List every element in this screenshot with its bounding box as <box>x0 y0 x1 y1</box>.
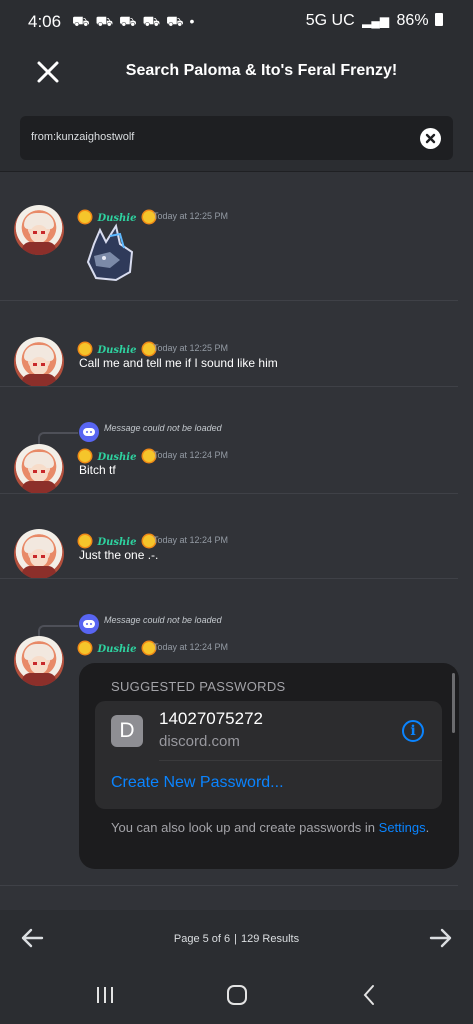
search-input-value[interactable]: from:kunzaighostwolf <box>31 131 134 143</box>
search-area: from:kunzaighostwolf <box>0 102 473 172</box>
create-new-password-button[interactable]: Create New Password... <box>111 774 284 792</box>
reply-connector <box>38 432 78 444</box>
suggested-passwords-heading: SUGGESTED PASSWORDS <box>111 679 286 694</box>
username[interactable]: Dushie <box>97 345 136 356</box>
suggested-passwords-popover: SUGGESTED PASSWORDS D 14027075272 discor… <box>79 663 459 869</box>
timestamp: Today at 12:24 PM <box>153 535 229 545</box>
close-icon <box>37 61 59 83</box>
message-text: Bitch tf <box>79 463 116 477</box>
sun-emoji-icon <box>79 343 91 355</box>
clear-icon <box>425 133 436 144</box>
arrow-right-icon <box>429 928 452 948</box>
page-indicator: Page 5 of 6 | 129 Results <box>0 933 473 945</box>
discord-logo-icon <box>79 422 99 442</box>
avatar[interactable] <box>14 529 64 579</box>
avatar[interactable] <box>14 636 64 686</box>
close-button[interactable] <box>30 54 66 90</box>
result-divider <box>0 493 458 494</box>
avatar[interactable] <box>14 337 64 387</box>
avatar[interactable] <box>14 444 64 494</box>
username[interactable]: Dushie <box>97 452 136 463</box>
battery-label: 86% <box>396 12 429 29</box>
sun-emoji-icon <box>79 642 91 654</box>
page-title: Search Paloma & Ito's Feral Frenzy! <box>125 62 398 79</box>
status-time: 4:06 <box>28 12 62 31</box>
next-page-button[interactable] <box>429 927 453 949</box>
reply-connector <box>38 625 78 637</box>
reply-preview[interactable]: Message could not be loaded <box>104 423 222 433</box>
status-right: 5G UC ▂▄▆ 86% <box>306 12 443 30</box>
author-row[interactable]: Dushie <box>79 208 155 224</box>
network-label: 5G UC <box>305 12 355 29</box>
username[interactable]: Dushie <box>97 644 136 655</box>
saved-credential-value[interactable]: 14027075272 <box>159 709 263 729</box>
back-button[interactable] <box>355 980 385 1010</box>
sun-emoji-icon <box>79 450 91 462</box>
discord-logo-icon <box>79 614 99 634</box>
system-navigation-bar <box>0 966 473 1024</box>
clear-search-button[interactable] <box>420 128 441 149</box>
author-row[interactable]: Dushie <box>79 532 155 548</box>
avatar[interactable] <box>14 205 64 255</box>
back-icon <box>363 985 374 1005</box>
username[interactable]: Dushie <box>97 537 136 548</box>
wolf-sticker-image[interactable] <box>80 222 138 282</box>
info-icon[interactable]: i <box>402 720 424 742</box>
card-divider <box>159 760 442 761</box>
results-pager: Page 5 of 6 | 129 Results <box>0 910 473 966</box>
message-text: Just the one .-. <box>79 548 159 562</box>
timestamp: Today at 12:25 PM <box>153 211 229 221</box>
recent-apps-button[interactable] <box>90 980 120 1010</box>
battery-icon <box>435 13 443 26</box>
reply-preview[interactable]: Message could not be loaded <box>104 615 222 625</box>
author-row[interactable]: Dushie <box>79 340 155 356</box>
message-text: Call me and tell me if I sound like him <box>79 356 278 370</box>
saved-credential-card: D 14027075272 discord.com i Create New P… <box>95 701 442 809</box>
search-input[interactable]: from:kunzaighostwolf <box>20 116 453 160</box>
timestamp: Today at 12:24 PM <box>153 642 229 652</box>
recent-apps-icon <box>97 987 113 1003</box>
footer-end: . <box>425 820 430 835</box>
page-number: Page 5 of 6 <box>173 933 231 945</box>
author-row[interactable]: Dushie <box>79 639 155 655</box>
popover-scrollbar[interactable] <box>452 673 455 733</box>
search-header: Search Paloma & Ito's Feral Frenzy! <box>0 42 473 102</box>
status-bar: 4:06 ⛟ ⛟ ⛟ ⛟ ⛟ • 5G UC ▂▄▆ 86% <box>0 0 473 42</box>
signal-icon: ▂▄▆ <box>362 14 390 28</box>
result-divider <box>0 885 458 886</box>
result-divider <box>0 300 458 301</box>
home-button[interactable] <box>222 980 252 1010</box>
notification-icons: ⛟ ⛟ ⛟ ⛟ ⛟ • <box>72 13 196 29</box>
site-letter-icon: D <box>111 715 143 747</box>
timestamp: Today at 12:25 PM <box>153 343 229 353</box>
popover-footer: You can also look up and create password… <box>111 818 431 838</box>
result-divider <box>0 386 458 387</box>
result-divider <box>0 578 458 579</box>
home-icon <box>227 985 247 1005</box>
saved-credential-site[interactable]: discord.com <box>159 733 240 750</box>
settings-link[interactable]: Settings <box>379 820 426 835</box>
page-separator: | <box>234 933 238 945</box>
sun-emoji-icon <box>79 535 91 547</box>
timestamp: Today at 12:24 PM <box>153 450 229 460</box>
author-row[interactable]: Dushie <box>79 447 155 463</box>
footer-text: You can also look up and create password… <box>111 820 376 835</box>
result-count: 129 Results <box>241 933 300 945</box>
